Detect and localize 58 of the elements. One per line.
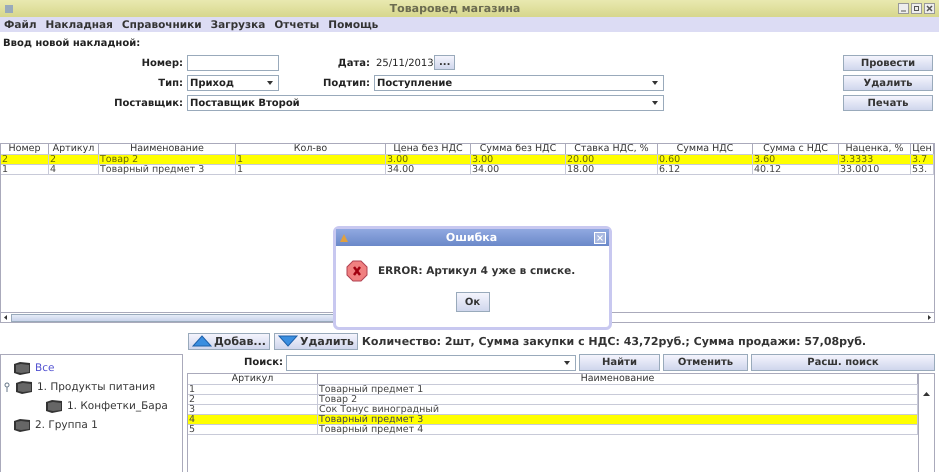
tree-item[interactable]: 2. Группа 1	[35, 419, 98, 431]
menu-item[interactable]: Файл	[4, 18, 37, 30]
folder-icon	[15, 380, 33, 394]
folder-icon	[13, 418, 31, 432]
subtype-dropdown[interactable]: Поступление	[374, 75, 664, 91]
action-button[interactable]: Удалить	[843, 75, 933, 91]
supplier-dropdown[interactable]: Поставщик Второй	[187, 95, 664, 111]
window-title: Товаровед магазина	[388, 2, 522, 15]
app-icon	[4, 4, 14, 14]
tree-item[interactable]: 1. Продукты питания	[37, 381, 156, 393]
error-icon	[346, 260, 368, 282]
field-label: Номер:	[140, 58, 183, 68]
summary-text: Количество: 2шт, Сумма закупки с НДС: 43,72руб.; Сумма продажи: 57,08руб.	[362, 334, 866, 348]
search-button[interactable]: Найти	[579, 354, 660, 371]
expanded-handle-icon[interactable]	[3, 382, 11, 392]
menu-item[interactable]: Отчеты	[274, 18, 320, 30]
dialog-title: Ошибка	[444, 231, 498, 244]
table-row[interactable]: 2 2 Товар 2 1 3.00 3.00 20.00 0.60 3.60 3.3333 3.7	[1, 155, 934, 165]
menu-item[interactable]: Накладная	[46, 18, 113, 30]
field-label: Поставщик:	[113, 98, 183, 108]
tree-item[interactable]: 1. Конфетки_Бара	[67, 400, 168, 412]
field-label: Подтип:	[323, 78, 370, 88]
date-picker-button[interactable]: ...	[434, 55, 456, 70]
table-row[interactable]: 1 4 Товарный предмет 3 1 34.00 34.00 18.00 6.12 40.12 33.0010 53.	[1, 165, 934, 175]
close-icon[interactable]	[924, 3, 935, 14]
column-header: Цен	[911, 144, 934, 154]
maximize-icon[interactable]	[911, 3, 922, 14]
section-heading: Ввод новой накладной:	[3, 38, 140, 49]
menu-item[interactable]: Загрузка	[210, 18, 266, 30]
table-row[interactable]: 4 Товарный предмет 3	[188, 415, 918, 425]
scroll-up-icon[interactable]	[922, 390, 931, 398]
menu-item[interactable]: Справочники	[122, 18, 202, 30]
table-row[interactable]: 1 Товарный предмет 1	[188, 385, 918, 395]
tree-item[interactable]: Все	[35, 362, 54, 374]
field-label: Тип:	[157, 78, 183, 88]
table-row[interactable]: 2 Товар 2	[188, 395, 918, 405]
search-label: Поиск:	[243, 357, 283, 368]
action-button[interactable]: Печать	[843, 95, 933, 111]
triangle-up-icon	[192, 335, 212, 347]
field-label: Дата:	[336, 58, 370, 68]
search-button[interactable]: Расш. поиск	[751, 354, 935, 371]
minimize-icon[interactable]	[898, 3, 909, 14]
type-dropdown[interactable]: Приход	[187, 75, 279, 91]
folder-icon	[45, 399, 63, 413]
search-button[interactable]: Отменить	[663, 354, 748, 371]
folder-icon	[13, 361, 31, 375]
error-message: ERROR: Артикул 4 уже в списке.	[378, 265, 576, 277]
action-button[interactable]: Провести	[843, 55, 933, 71]
menu-item[interactable]: Помощь	[328, 18, 378, 30]
ok-button[interactable]: Ок	[456, 292, 490, 312]
search-field[interactable]	[286, 354, 576, 370]
table-row[interactable]: 3 Сок Тонус виноградный	[188, 405, 918, 415]
table-row[interactable]: 5 Товарный предмет 4	[188, 425, 918, 435]
app-icon	[339, 232, 349, 242]
triangle-down-icon	[278, 335, 298, 347]
add-button[interactable]: Добав...	[188, 332, 270, 350]
number-field[interactable]	[187, 55, 279, 71]
remove-button[interactable]: Удалить	[274, 332, 358, 350]
